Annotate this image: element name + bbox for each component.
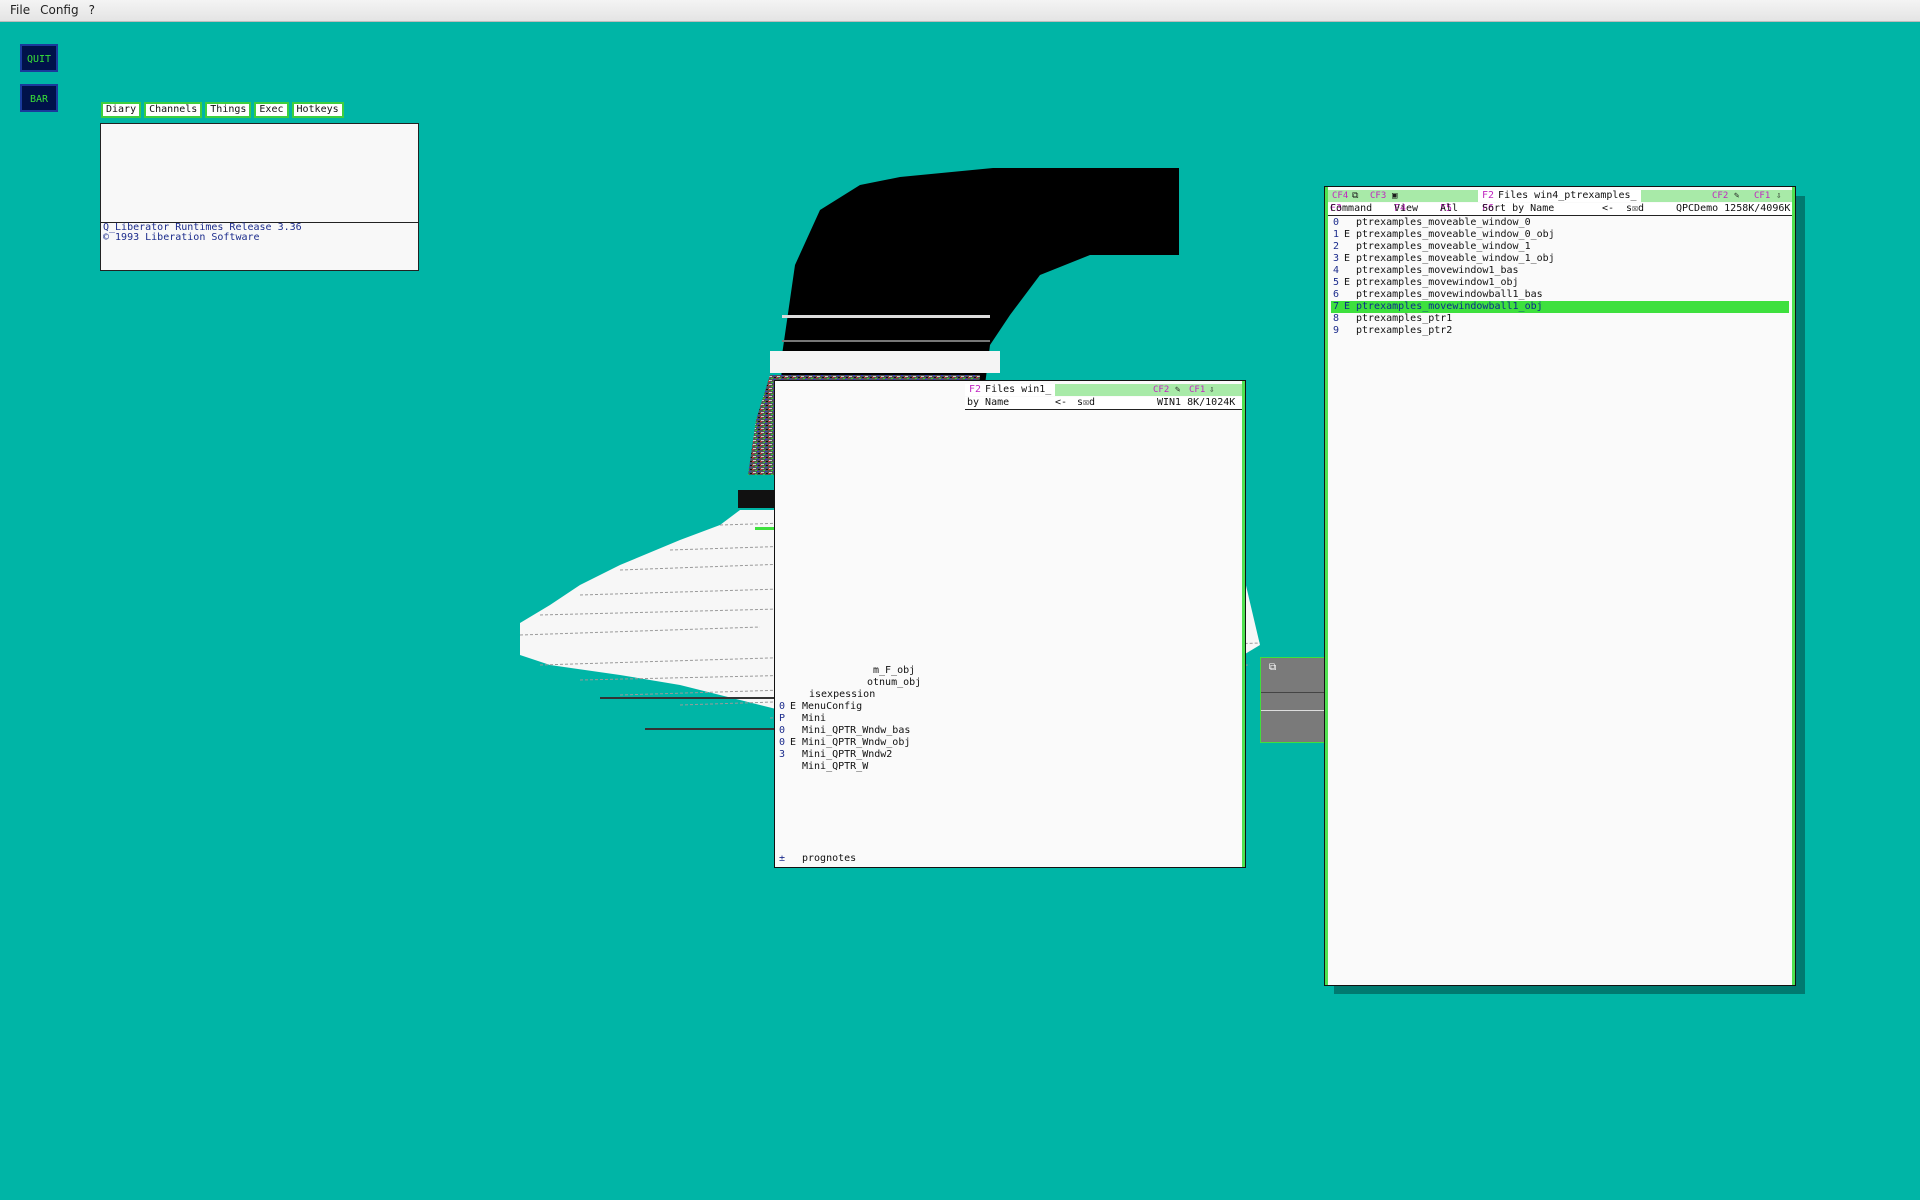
list-item[interactable]: 2 ptrexamples_moveable_window_1 [1331,241,1789,253]
win1-list: m_F_obj otnum_obj isexpession 0 E MenuConf… [777,665,977,773]
menu-file[interactable]: File [0,0,35,21]
qpac-tabs: Diary Channels Things Exec Hotkeys [101,102,344,118]
list-item[interactable]: 3 Mini_QPTR_Wndw2 [777,749,977,761]
win1-sort[interactable]: by Name [967,397,1009,409]
cf1-button[interactable]: CF1 [1189,384,1205,396]
menu-help[interactable]: ? [84,0,100,21]
window-icon: ⧉ [1269,662,1277,673]
list-item[interactable]: 0 ptrexamples_moveable_window_0 [1331,217,1789,229]
win1-sd[interactable]: s☒d [1077,397,1095,409]
win1-title: F2 Files win1_ [965,384,1056,396]
tab-hotkeys[interactable]: Hotkeys [291,102,344,118]
cf2-button[interactable]: CF2 [1153,384,1169,396]
tab-channels[interactable]: Channels [144,102,203,118]
list-item[interactable]: 1 Eptrexamples_moveable_window_0_obj [1331,229,1789,241]
win1-back[interactable]: <- [1055,397,1067,409]
console-line-2: © 1993 Liberation Software [103,232,260,243]
list-item[interactable]: P Mini [777,713,977,725]
cf1-button[interactable]: CF1 [1754,190,1770,202]
menu-bar: File Config ? [0,0,1920,22]
sd-button[interactable]: s☒d [1626,203,1644,215]
cf2-button[interactable]: CF2 [1712,190,1728,202]
copy-icon[interactable]: ⧉ [1352,190,1358,202]
list-item[interactable]: Mini_QPTR_W [777,761,977,773]
bar-button[interactable]: BAR [20,84,58,112]
menu-config[interactable]: Config [35,0,84,21]
files-window-win4[interactable]: CF4 ⧉ CF3 ▣ F2 Files win4_ptrexamples_ CF… [1324,186,1796,986]
win4-file-list: 0 ptrexamples_moveable_window_0 1 Eptrexam… [1331,217,1789,337]
list-item[interactable]: 3 Eptrexamples_moveable_window_1_obj [1331,253,1789,265]
quit-button[interactable]: QUIT [20,44,58,72]
console-window[interactable]: Q_Liberator Runtimes Release 3.36 © 1993… [100,123,419,271]
cf4-button[interactable]: CF4 [1332,190,1348,202]
list-item[interactable]: m_F_obj [777,665,977,677]
console-upper-pane [101,124,418,223]
win1-command-bar: by Name <- s☒d WIN1 8K/1024K [965,397,1242,410]
files-window-win1[interactable]: F2 Files win1_ CF2 ✎ CF1 ⇩ by Name <- s☒d… [774,380,1246,868]
list-item[interactable]: 9 ptrexamples_ptr2 [1331,325,1789,337]
list-item[interactable]: 6 ptrexamples_movewindowball1_bas [1331,289,1789,301]
list-item-selected[interactable]: 7 Eptrexamples_movewindowball1_obj [1331,301,1789,313]
arrow-down-icon[interactable]: ⇩ [1776,190,1781,202]
list-item[interactable]: isexpession [777,689,977,701]
save-icon[interactable]: ▣ [1392,190,1397,202]
tab-exec[interactable]: Exec [254,102,289,118]
win4-status: QPCDemo 1258K/4096K [1676,203,1791,214]
win1-status: WIN1 8K/1024K [1157,397,1236,408]
list-item[interactable]: otnum_obj [777,677,977,689]
pen-icon[interactable]: ✎ [1734,190,1739,202]
list-item[interactable]: 8 ptrexamples_ptr1 [1331,313,1789,325]
tab-diary[interactable]: Diary [101,102,142,118]
list-item[interactable]: 0 E MenuConfig [777,701,977,713]
pen-icon[interactable]: ✎ [1175,384,1180,396]
window-shadow [1796,196,1805,992]
win1-titlebar[interactable]: F2 Files win1_ CF2 ✎ CF1 ⇩ [965,384,1242,396]
list-item[interactable]: ± prognotes [777,853,1077,865]
list-item[interactable]: 0 Mini_QPTR_Wndw_bas [777,725,977,737]
win4-titlebar[interactable]: CF4 ⧉ CF3 ▣ F2 Files win4_ptrexamples_ CF… [1328,190,1792,202]
back-button[interactable]: <- [1602,203,1614,215]
win4-command-bar: F3 Command F4 View F5 All F6 Sort by Nam… [1328,203,1792,216]
list-item[interactable]: 5 Eptrexamples_movewindow1_obj [1331,277,1789,289]
cf3-button[interactable]: CF3 [1370,190,1386,202]
list-item[interactable]: 4 ptrexamples_movewindow1_bas [1331,265,1789,277]
win4-title: F2 Files win4_ptrexamples_ [1478,190,1641,202]
tab-things[interactable]: Things [205,102,252,118]
list-item[interactable]: 0 E Mini_QPTR_Wndw_obj [777,737,977,749]
arrow-down-icon[interactable]: ⇩ [1209,384,1214,396]
window-shadow [1334,986,1805,994]
